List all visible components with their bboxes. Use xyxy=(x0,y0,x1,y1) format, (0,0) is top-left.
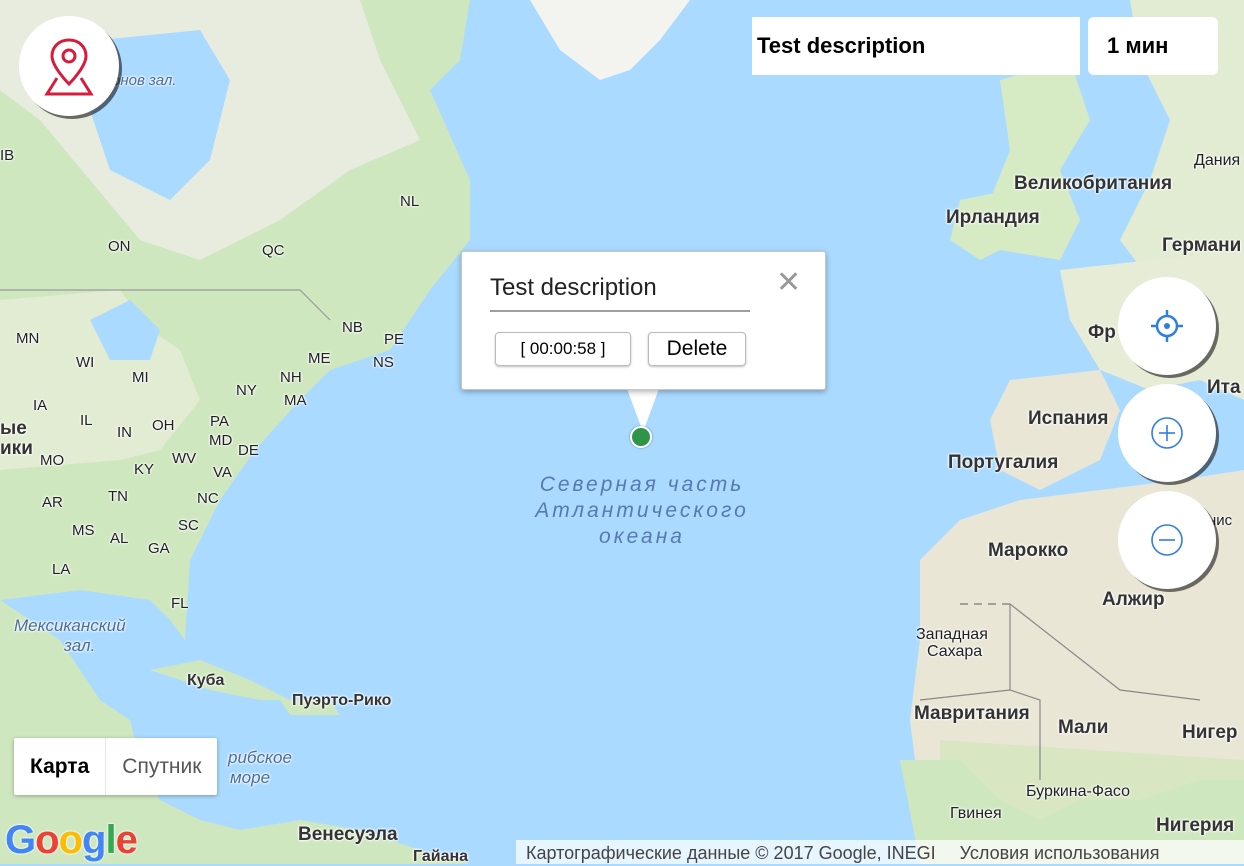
description-input[interactable] xyxy=(490,266,750,312)
google-logo-letter: o xyxy=(35,818,59,862)
country-label: Ирландия xyxy=(946,207,1040,228)
zoom-in-button[interactable] xyxy=(1118,384,1216,482)
country-label: Дания xyxy=(1194,152,1241,169)
country-label: Нигер xyxy=(1182,722,1238,743)
google-logo-letter: G xyxy=(5,818,36,862)
region-label: NY xyxy=(236,382,257,399)
country-label: Алжир xyxy=(1102,589,1165,610)
plus-circle-icon xyxy=(1151,417,1183,449)
map-pin-icon xyxy=(44,38,94,96)
country-label: Буркина-Фасо xyxy=(1026,783,1131,800)
ocean-label-line: океана xyxy=(599,525,685,548)
locate-button[interactable] xyxy=(1118,277,1216,375)
country-label: Мали xyxy=(1058,717,1109,738)
region-label: WV xyxy=(172,450,197,467)
minus-circle-icon xyxy=(1151,524,1183,556)
terms-link[interactable]: Условия использования xyxy=(960,840,1160,864)
attribution-text: Картографические данные © 2017 Google, I… xyxy=(526,843,936,863)
timer-button[interactable]: [ 00:00:58 ] xyxy=(495,332,631,366)
region-label: GA xyxy=(148,540,170,557)
region-label: IA xyxy=(33,397,48,414)
region-label: MS xyxy=(72,522,95,539)
close-icon[interactable]: ✕ xyxy=(776,268,801,298)
country-label: Сахара xyxy=(927,643,983,660)
zoom-out-button[interactable] xyxy=(1118,491,1216,589)
country-label: Ита xyxy=(1207,377,1241,398)
google-logo-letter: e xyxy=(115,818,138,862)
map-type-satellite-button[interactable]: Спутник xyxy=(105,738,217,795)
water-label: онов зал. xyxy=(112,72,177,89)
attribution-bar: Картографические данные © 2017 Google, I… xyxy=(516,840,1244,864)
region-label: DE xyxy=(238,442,259,459)
region-label: IL xyxy=(80,412,93,429)
water-label: Мексиканский xyxy=(14,616,126,635)
region-label: NC xyxy=(197,490,219,507)
region-label: MA xyxy=(284,392,307,409)
country-label: Нигерия xyxy=(1156,815,1235,836)
region-label: NH xyxy=(280,369,302,386)
region-label: MI xyxy=(132,369,149,386)
description-display: Test description xyxy=(752,17,1080,75)
country-label: Венесуэла xyxy=(298,824,398,845)
google-logo: Google xyxy=(5,818,138,863)
country-label: Мавритания xyxy=(914,703,1030,724)
popup-tail xyxy=(626,386,660,432)
map-type-map-button[interactable]: Карта xyxy=(14,738,105,795)
timer-display: 1 мин xyxy=(1088,17,1218,75)
location-marker[interactable] xyxy=(630,426,652,448)
country-label: Германи xyxy=(1162,235,1242,256)
region-label: MO xyxy=(40,452,65,469)
ocean-label-line: Атлантического xyxy=(535,499,749,522)
marker-popup: ✕ [ 00:00:58 ] Delete xyxy=(461,251,826,390)
water-label: зал. xyxy=(64,636,96,655)
region-label: KY xyxy=(134,461,155,478)
country-label: Великобритания xyxy=(1014,173,1173,194)
region-label: NS xyxy=(373,354,394,371)
google-logo-letter: g xyxy=(82,818,106,862)
region-label: PE xyxy=(384,331,405,348)
region-label: NB xyxy=(342,319,363,336)
region-label: ON xyxy=(108,238,131,255)
country-label: Испания xyxy=(1028,408,1109,429)
region-label: SC xyxy=(178,517,199,534)
google-logo-letter: l xyxy=(105,818,116,862)
region-label: ME xyxy=(308,350,331,367)
app-logo[interactable] xyxy=(19,16,119,116)
region-label: FL xyxy=(171,595,189,612)
region-label: TN xyxy=(108,488,128,505)
region-label: NL xyxy=(400,193,420,210)
region-label: MD xyxy=(209,432,233,449)
water-label: рибское xyxy=(228,748,292,767)
country-label: Пуэрто-Рико xyxy=(292,692,392,709)
country-label: Гайана xyxy=(413,848,469,865)
google-logo-letter: o xyxy=(58,818,83,862)
map-type-control: Карта Спутник xyxy=(14,738,218,795)
country-label: Португалия xyxy=(948,452,1059,473)
ocean-label-line: Северная часть xyxy=(539,473,745,496)
delete-button[interactable]: Delete xyxy=(648,332,746,366)
region-label: MN xyxy=(16,330,40,347)
region-label: VA xyxy=(213,464,232,481)
country-label: ики xyxy=(0,438,33,459)
country-label: Гвинея xyxy=(950,805,1002,822)
country-label: Западная xyxy=(916,626,988,643)
region-label: QC xyxy=(262,242,285,259)
country-label: ые xyxy=(0,418,27,439)
water-label: море xyxy=(230,768,271,787)
ocean-label: Северная часть Атлантического океана xyxy=(522,472,762,550)
region-label: IB xyxy=(0,147,15,164)
country-label: Куба xyxy=(187,672,225,689)
crosshair-icon xyxy=(1151,310,1183,342)
region-label: WI xyxy=(76,354,95,371)
region-label: AL xyxy=(110,530,129,547)
region-label: LA xyxy=(52,561,71,578)
country-label: Марокко xyxy=(988,540,1069,561)
region-label: IN xyxy=(117,424,132,441)
country-label: Фр xyxy=(1088,322,1116,343)
region-label: PA xyxy=(210,413,229,430)
region-label: OH xyxy=(152,417,175,434)
region-label: AR xyxy=(42,494,63,511)
